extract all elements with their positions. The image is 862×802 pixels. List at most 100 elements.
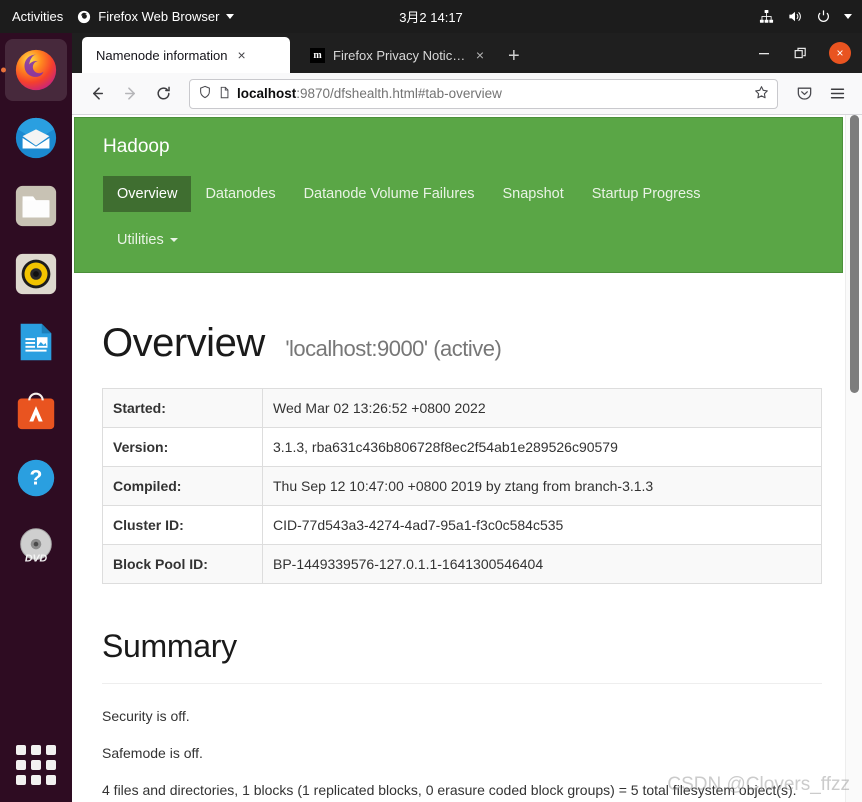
row-label: Started: bbox=[102, 388, 263, 428]
scrollbar-thumb[interactable] bbox=[850, 115, 859, 393]
url-host: localhost bbox=[237, 86, 297, 101]
page-icon bbox=[218, 86, 231, 102]
table-row: Cluster ID: CID-77d543a3-4274-4ad7-95a1-… bbox=[102, 505, 822, 545]
chevron-down-icon bbox=[169, 238, 178, 242]
row-value: BP-1449339576-127.0.1.1-1641300546404 bbox=[273, 556, 544, 572]
browser-tab-firefox-privacy-notice[interactable]: m Firefox Privacy Notice — × bbox=[296, 37, 496, 73]
volume-icon bbox=[787, 9, 803, 24]
app-menu-label: Firefox Web Browser bbox=[98, 9, 220, 24]
hadoop-navbar: Hadoop Overview Datanodes Datanode Volum… bbox=[74, 117, 843, 273]
reload-button[interactable] bbox=[148, 79, 178, 109]
back-button[interactable] bbox=[82, 79, 112, 109]
vertical-scrollbar[interactable] bbox=[845, 115, 862, 802]
shield-icon[interactable] bbox=[198, 85, 212, 102]
close-icon[interactable]: × bbox=[236, 48, 248, 62]
firefox-window: Namenode information × m Firefox Privacy… bbox=[72, 33, 862, 802]
chevron-down-icon bbox=[844, 14, 852, 19]
firefox-icon bbox=[77, 10, 91, 24]
url-text: localhost:9870/dfshealth.html#tab-overvi… bbox=[237, 86, 502, 101]
svg-text:DVD: DVD bbox=[25, 552, 48, 564]
thunderbird-icon bbox=[15, 117, 57, 159]
close-icon[interactable]: × bbox=[474, 48, 486, 62]
dock-item-libreoffice-writer[interactable] bbox=[5, 311, 67, 373]
dock-item-ubuntu-software[interactable] bbox=[5, 379, 67, 441]
row-label: Block Pool ID: bbox=[102, 544, 263, 584]
system-status-area[interactable] bbox=[759, 9, 852, 24]
row-value: CID-77d543a3-4274-4ad7-95a1-f3c0c584c535 bbox=[273, 517, 564, 533]
table-row: Started: Wed Mar 02 13:26:52 +0800 2022 bbox=[102, 388, 822, 428]
dock-item-files[interactable] bbox=[5, 175, 67, 237]
tab-datanodes[interactable]: Datanodes bbox=[191, 176, 289, 212]
rhythmbox-icon bbox=[15, 253, 57, 295]
svg-text:?: ? bbox=[30, 467, 43, 490]
row-value: Wed Mar 02 13:26:52 +0800 2022 bbox=[273, 400, 486, 416]
dock-item-firefox[interactable] bbox=[5, 39, 67, 101]
window-controls: × bbox=[746, 33, 862, 73]
grid-dot bbox=[16, 745, 26, 755]
dvd-icon: DVD bbox=[20, 528, 52, 564]
grid-dot bbox=[46, 760, 56, 770]
page-body: Overview 'localhost:9000' (active) Start… bbox=[72, 321, 845, 801]
summary-heading: Summary bbox=[102, 628, 237, 664]
ubuntu-dock: ? DVD bbox=[0, 33, 72, 802]
grid-dot bbox=[31, 745, 41, 755]
utilities-dropdown[interactable]: Utilities bbox=[103, 222, 192, 258]
minimize-button[interactable] bbox=[746, 33, 782, 73]
bookmark-star-icon[interactable] bbox=[754, 85, 769, 103]
page-title-subtitle: 'localhost:9000' (active) bbox=[285, 336, 502, 361]
libreoffice-writer-icon bbox=[20, 323, 52, 361]
dock-item-thunderbird[interactable] bbox=[5, 107, 67, 169]
grid-dot bbox=[46, 745, 56, 755]
tab-snapshot[interactable]: Snapshot bbox=[488, 176, 577, 212]
forward-button[interactable] bbox=[115, 79, 145, 109]
dock-item-rhythmbox[interactable] bbox=[5, 243, 67, 305]
hadoop-tab-list: Overview Datanodes Datanode Volume Failu… bbox=[75, 176, 842, 212]
browser-tab-namenode-information[interactable]: Namenode information × bbox=[82, 37, 290, 73]
dock-item-help[interactable]: ? bbox=[5, 447, 67, 509]
page-title-text: Overview bbox=[102, 321, 265, 365]
row-label: Compiled: bbox=[102, 466, 263, 506]
page-viewport: Hadoop Overview Datanodes Datanode Volum… bbox=[72, 115, 862, 802]
firefox-icon bbox=[15, 49, 57, 91]
tab-datanode-volume-failures[interactable]: Datanode Volume Failures bbox=[290, 176, 489, 212]
pocket-button[interactable] bbox=[789, 79, 819, 109]
row-value: 3.1.3, rba631c436b806728f8ec2f54ab1e2895… bbox=[273, 439, 618, 455]
activities-button[interactable]: Activities bbox=[0, 9, 77, 24]
ubuntu-software-icon bbox=[17, 392, 55, 430]
url-bar[interactable]: localhost:9870/dfshealth.html#tab-overvi… bbox=[189, 78, 778, 109]
row-value: Thu Sep 12 10:47:00 +0800 2019 by ztang … bbox=[273, 478, 654, 494]
row-label: Cluster ID: bbox=[102, 505, 263, 545]
summary-line-filesystem-objects: 4 files and directories, 1 blocks (1 rep… bbox=[102, 782, 797, 798]
gnome-top-bar: Activities Firefox Web Browser 3月2 14:17 bbox=[0, 0, 862, 33]
new-tab-button[interactable]: + bbox=[496, 46, 532, 66]
table-row: Version: 3.1.3, rba631c436b806728f8ec2f5… bbox=[102, 427, 822, 467]
tab-overview[interactable]: Overview bbox=[103, 176, 192, 212]
app-menu-button[interactable]: Firefox Web Browser bbox=[77, 9, 235, 24]
grid-dot bbox=[16, 760, 26, 770]
grid-dot bbox=[31, 760, 41, 770]
summary-line-security: Security is off. bbox=[102, 708, 190, 724]
restore-button[interactable] bbox=[782, 33, 818, 73]
tab-title: Firefox Privacy Notice — bbox=[333, 47, 466, 63]
utilities-label: Utilities bbox=[117, 232, 164, 248]
close-icon: × bbox=[829, 42, 851, 64]
browser-nav-bar: localhost:9870/dfshealth.html#tab-overvi… bbox=[72, 73, 862, 115]
show-applications-button[interactable] bbox=[13, 742, 59, 788]
hamburger-menu-button[interactable] bbox=[822, 79, 852, 109]
dock-item-dvd[interactable]: DVD bbox=[5, 515, 67, 577]
divider bbox=[102, 683, 822, 684]
power-icon bbox=[816, 9, 831, 24]
tab-strip: Namenode information × m Firefox Privacy… bbox=[72, 33, 862, 73]
favicon-mozilla: m bbox=[310, 47, 325, 63]
url-path: :9870/dfshealth.html#tab-overview bbox=[296, 86, 502, 101]
overview-table: Started: Wed Mar 02 13:26:52 +0800 2022 … bbox=[102, 388, 822, 584]
table-row: Block Pool ID: BP-1449339576-127.0.1.1-1… bbox=[102, 544, 822, 584]
table-row: Compiled: Thu Sep 12 10:47:00 +0800 2019… bbox=[102, 466, 822, 506]
help-icon: ? bbox=[17, 459, 55, 497]
close-button[interactable]: × bbox=[818, 33, 862, 73]
tab-startup-progress[interactable]: Startup Progress bbox=[578, 176, 715, 212]
grid-dot bbox=[46, 775, 56, 785]
hadoop-brand[interactable]: Hadoop bbox=[75, 136, 842, 158]
tab-title: Namenode information bbox=[96, 47, 228, 63]
chevron-down-icon bbox=[226, 14, 235, 19]
